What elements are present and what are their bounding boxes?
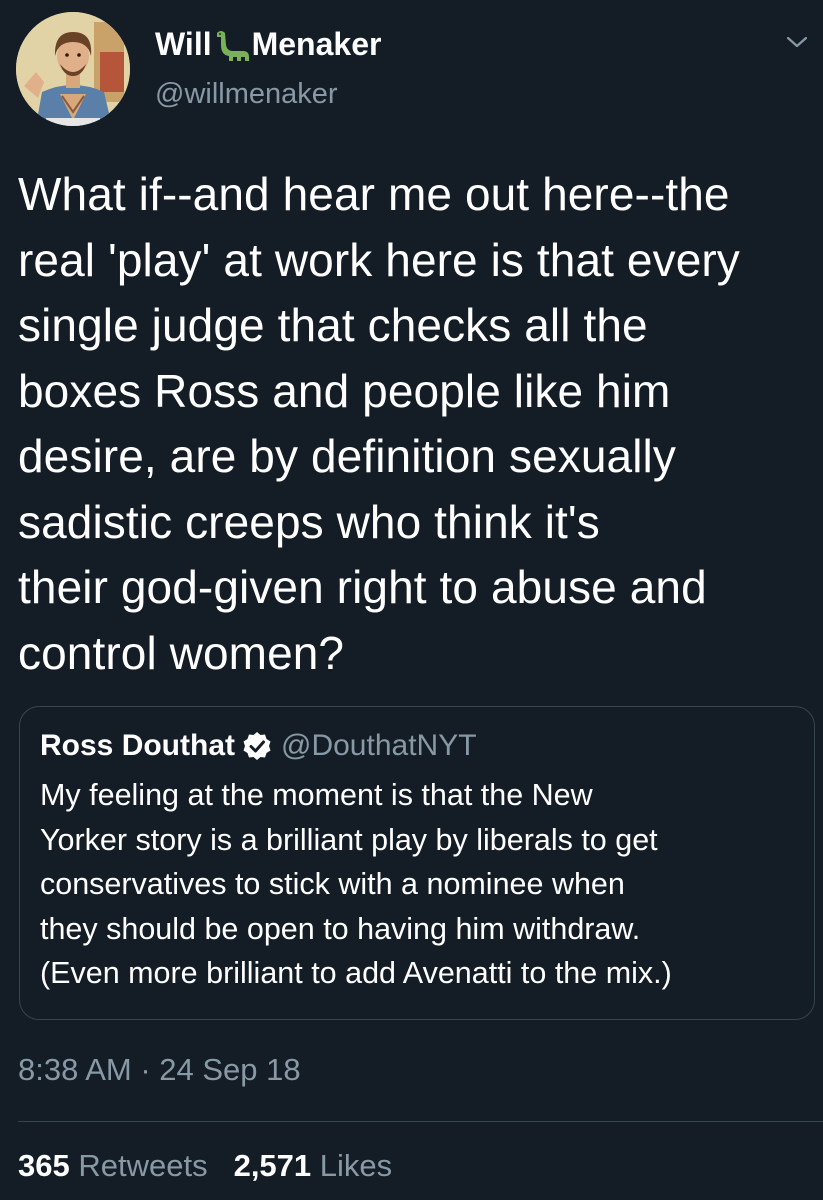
tweet-text: What if--and hear me out here--the real … — [18, 162, 818, 686]
quoted-tweet-header: Ross Douthat @DouthatNYT — [40, 729, 477, 763]
tweet-text-line: sadistic creeps who think it's — [18, 495, 600, 548]
author-handle[interactable]: @willmenaker — [155, 78, 338, 111]
retweets-stat[interactable]: 365 Retweets — [18, 1148, 208, 1184]
retweets-count: 365 — [18, 1148, 79, 1183]
tweet-timestamp[interactable]: 8:38 AM · 24 Sep 18 — [18, 1052, 301, 1088]
stats-divider — [18, 1121, 823, 1122]
quoted-tweet-card[interactable]: Ross Douthat @DouthatNYT My feeling at t… — [19, 706, 815, 1020]
likes-stat[interactable]: 2,571 Likes — [234, 1148, 393, 1184]
tweet-stats: 365 Retweets 2,571 Likes — [18, 1148, 418, 1184]
tweet-text-line: desire, are by definition sexually — [18, 430, 676, 482]
quoted-text-line: they should be open to having him withdr… — [40, 911, 641, 946]
likes-count: 2,571 — [233, 1148, 320, 1183]
author-display-name[interactable]: Will Menaker — [155, 26, 381, 63]
author-name-last: Menaker — [251, 26, 382, 62]
author-name-first: Will — [155, 26, 212, 62]
tweet-text-line: their god-given right to abuse and — [18, 561, 707, 613]
quoted-tweet-text: My feeling at the moment is that the New… — [40, 773, 810, 996]
quoted-author-name: Ross Douthat — [40, 729, 235, 762]
tweet-menu-button[interactable] — [785, 34, 809, 50]
quoted-text-line: conservatives to stick with a nominee wh… — [40, 867, 625, 901]
quoted-text-line: (Even more brilliant to add Avenatti to … — [40, 956, 672, 990]
chevron-down-icon — [786, 36, 808, 48]
tweet: Will Menaker @willmenaker What if--and h… — [0, 0, 823, 1200]
tweet-text-line: boxes Ross and people like him — [18, 364, 671, 417]
quoted-text-line: My feeling at the moment is that the New — [40, 778, 593, 812]
tweet-text-line: control women? — [18, 626, 345, 679]
tweet-text-line: real 'play' at work here is that every — [18, 233, 740, 286]
verified-badge-icon — [241, 730, 273, 762]
tweet-text-line: What if--and hear me out here--the — [18, 168, 730, 220]
sauropod-dinosaur-icon — [213, 29, 251, 63]
quoted-text-line: Yorker story is a brilliant play by libe… — [40, 822, 658, 857]
retweets-label: Retweets — [78, 1148, 208, 1183]
tweet-text-line: single judge that checks all the — [18, 299, 648, 351]
quoted-author-handle: @DouthatNYT — [281, 729, 477, 762]
avatar-illustration — [16, 12, 130, 126]
likes-label: Likes — [319, 1148, 393, 1183]
author-avatar[interactable] — [16, 12, 130, 126]
